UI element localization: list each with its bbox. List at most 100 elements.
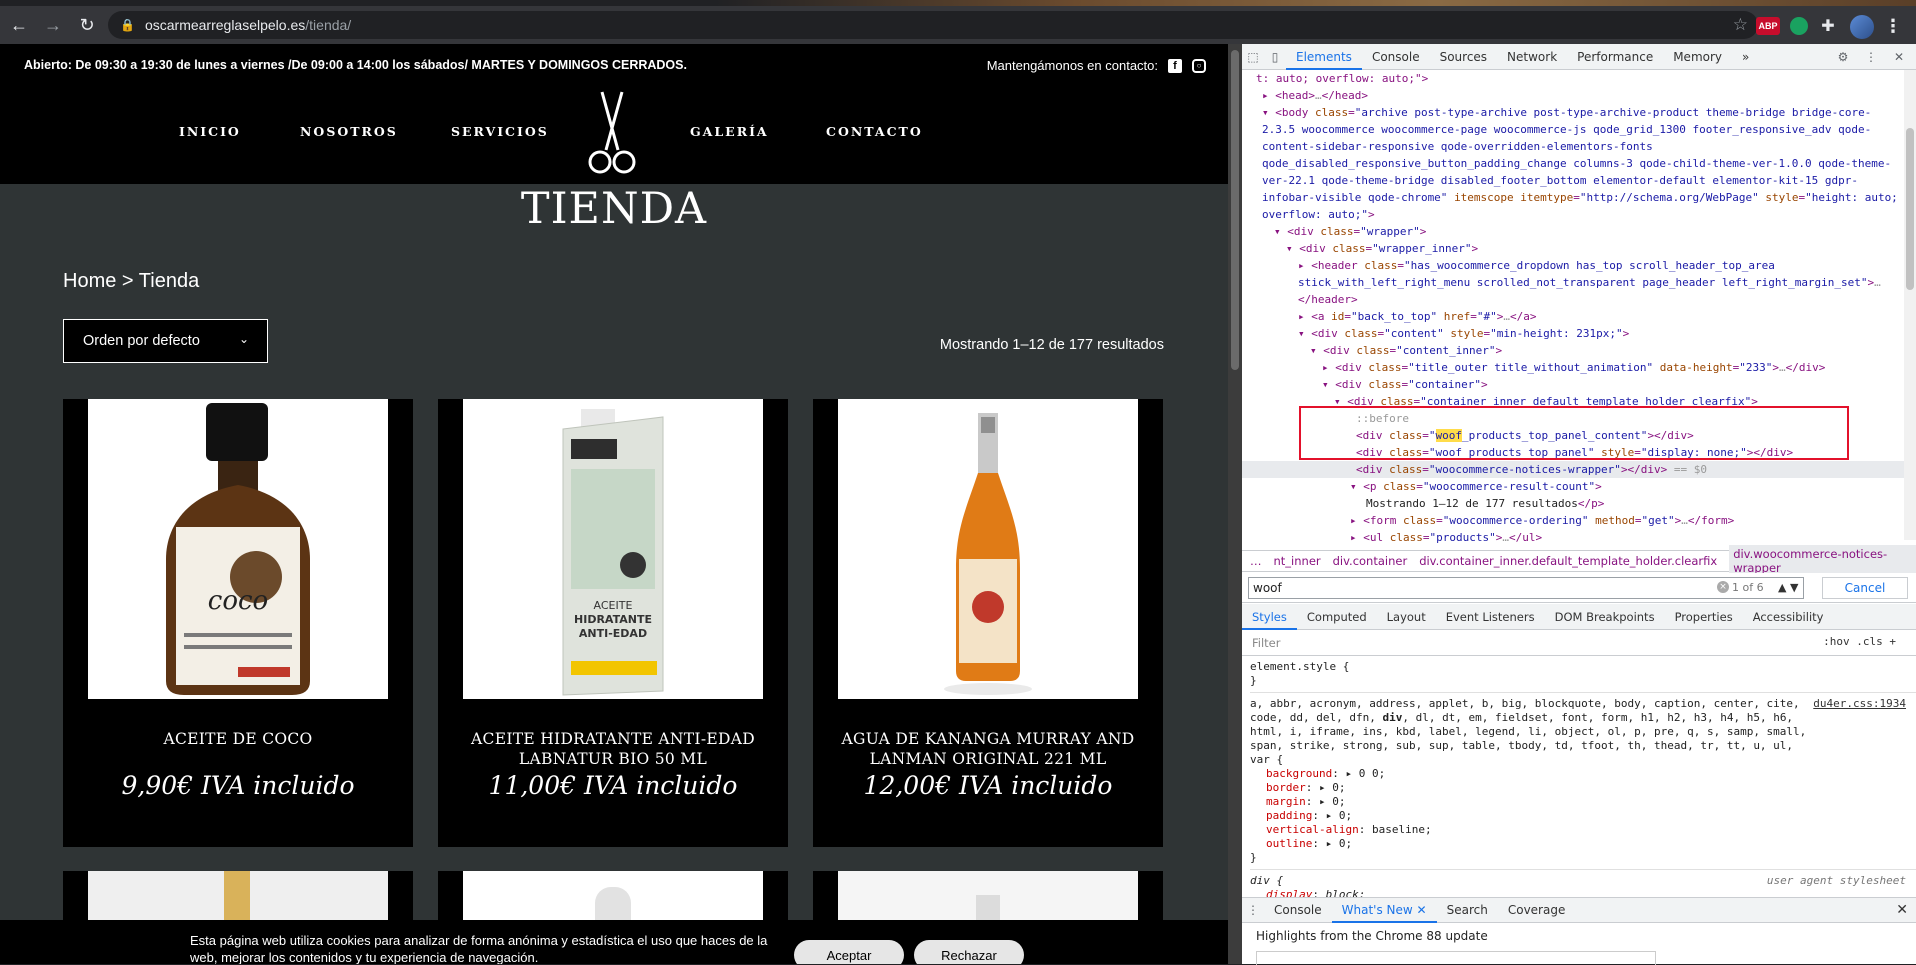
tab-memory[interactable]: Memory <box>1663 44 1732 70</box>
gear-icon[interactable]: ⚙ <box>1832 46 1854 68</box>
device-toolbar-icon[interactable]: ▯ <box>1264 46 1286 68</box>
dom-node[interactable]: ▾ <div class="content" style="min-height… <box>1242 325 1916 342</box>
dom-node[interactable]: t: auto; overflow: auto;"> <box>1242 70 1916 87</box>
scissors-logo-icon[interactable] <box>580 88 642 182</box>
kebab-menu-icon[interactable]: ⋮ <box>1860 46 1882 68</box>
crumb-item[interactable]: nt_inner <box>1274 554 1321 568</box>
tab-network[interactable]: Network <box>1497 44 1567 70</box>
crumb-item[interactable]: div.container <box>1333 554 1408 568</box>
facebook-icon[interactable]: f <box>1168 58 1182 73</box>
dom-node[interactable]: ▸ <head>…</head> <box>1242 87 1916 104</box>
forward-icon[interactable]: → <box>38 10 68 40</box>
css-rule-reset[interactable]: du4er.css:1934 a, abbr, acronym, address… <box>1250 693 1916 870</box>
dom-node[interactable]: ▾ <div class="container"> <box>1242 376 1916 393</box>
css-rule-element-style[interactable]: element.style {} <box>1250 656 1916 693</box>
dom-node-selected[interactable]: <div class="woocommerce-notices-wrapper"… <box>1242 461 1916 478</box>
dom-text-node[interactable]: Mostrando 1–12 de 177 resultados</p> <box>1242 495 1916 512</box>
elements-scrollbar[interactable] <box>1904 70 1916 540</box>
search-cancel-button[interactable]: Cancel <box>1822 577 1908 599</box>
page-scrollbar[interactable] <box>1228 44 1242 964</box>
tab-performance[interactable]: Performance <box>1567 44 1663 70</box>
dom-node[interactable]: ▸ <header class="has_woocommerce_dropdow… <box>1242 257 1916 308</box>
styles-filter-tools[interactable]: :hov .cls + <box>1823 635 1896 648</box>
scrollbar-thumb[interactable] <box>1231 50 1239 370</box>
cookie-accept-button[interactable]: Aceptar <box>794 940 904 964</box>
product-name[interactable]: AGUA DE KANANGA MURRAY AND LANMAN ORIGIN… <box>825 729 1151 769</box>
nav-nosotros[interactable]: NOSOTROS <box>300 124 398 139</box>
clear-search-icon[interactable]: × <box>1717 581 1729 593</box>
dom-node[interactable]: ▾ <div class="wrapper"> <box>1242 223 1916 240</box>
cookie-text: Esta página web utiliza cookies para ana… <box>190 933 768 964</box>
chevron-down-icon: ⌄ <box>238 332 249 346</box>
search-prev-next-icon[interactable]: ▲ ▼ <box>1778 581 1798 594</box>
drawer-tab-console[interactable]: Console <box>1264 897 1332 923</box>
crumb-more[interactable]: … <box>1250 554 1262 568</box>
svg-text:ACEITE: ACEITE <box>594 599 633 612</box>
breadcrumb[interactable]: Home > Tienda <box>63 270 199 293</box>
product-card[interactable]: AGUA DE KANANGA MURRAY AND LANMAN ORIGIN… <box>813 399 1163 847</box>
styles-filter-input[interactable]: Filter <box>1252 636 1280 650</box>
css-source-link[interactable]: du4er.css:1934 <box>1813 697 1906 711</box>
tab-event-listeners[interactable]: Event Listeners <box>1436 604 1545 630</box>
css-source-user-agent: user agent stylesheet <box>1766 874 1906 887</box>
nav-galeria[interactable]: GALERÍA <box>690 124 769 139</box>
nav-inicio[interactable]: INICIO <box>179 124 241 139</box>
tab-console[interactable]: Console <box>1362 44 1430 70</box>
dom-node[interactable]: ▸ <a id="back_to_top" href="#">…</a> <box>1242 308 1916 325</box>
inspect-element-icon[interactable]: ⬚ <box>1242 46 1264 68</box>
search-match-count: 1 of 6 <box>1732 581 1764 594</box>
dom-node[interactable]: ▸ <ul class="products">…</ul> <box>1242 529 1916 546</box>
dom-node[interactable]: ▾ <div class="wrapper_inner"> <box>1242 240 1916 257</box>
product-name[interactable]: ACEITE HIDRATANTE ANTI-EDAD LABNATUR BIO… <box>450 729 776 769</box>
tab-sources[interactable]: Sources <box>1430 44 1497 70</box>
sort-dropdown[interactable]: Orden por defecto ⌄ <box>63 319 268 363</box>
close-drawer-icon[interactable]: ✕ <box>1896 902 1908 918</box>
tab-properties[interactable]: Properties <box>1665 604 1743 630</box>
instagram-icon[interactable]: ○ <box>1192 58 1206 73</box>
tab-dom-breakpoints[interactable]: DOM Breakpoints <box>1545 604 1665 630</box>
reload-icon[interactable]: ↻ <box>72 10 102 40</box>
crumb-item[interactable]: div.container_inner.default_template_hol… <box>1419 554 1717 568</box>
more-tabs-icon[interactable]: » <box>1732 44 1759 70</box>
tab-styles[interactable]: Styles <box>1242 604 1297 630</box>
sort-value: Orden por defecto <box>83 333 200 349</box>
nav-contacto[interactable]: CONTACTO <box>826 124 923 139</box>
close-icon[interactable]: ✕ <box>1888 46 1910 68</box>
lock-icon[interactable]: 🔒 <box>120 18 135 32</box>
product-image[interactable]: ACEITE HIDRATANTE ANTI-EDAD <box>463 399 763 699</box>
product-image[interactable] <box>838 399 1138 699</box>
dom-node[interactable]: ▸ <div class="title_outer title_without_… <box>1242 359 1916 376</box>
nav-servicios[interactable]: SERVICIOS <box>451 124 549 139</box>
address-bar[interactable]: 🔒 oscarmearreglaselpelo.es/tienda/ ☆ <box>108 11 1758 39</box>
drawer-menu-icon[interactable]: ⋮ <box>1242 899 1264 921</box>
site-header: Abierto: De 09:30 a 19:30 de lunes a vie… <box>0 44 1228 184</box>
product-price: 12,00€ IVA incluido <box>863 771 1113 800</box>
tab-elements[interactable]: Elements <box>1286 44 1362 70</box>
scrollbar-thumb[interactable] <box>1906 128 1914 290</box>
drawer-tab-coverage[interactable]: Coverage <box>1498 897 1576 923</box>
back-icon[interactable]: ← <box>4 10 34 40</box>
product-card[interactable]: coco ACEITE DE COCO 9,90€ IVA incluido <box>63 399 413 847</box>
styles-pane: element.style {} du4er.css:1934 a, abbr,… <box>1242 656 1916 910</box>
profile-avatar[interactable] <box>1850 15 1874 39</box>
dom-node[interactable]: ▾ <p class="woocommerce-result-count"> <box>1242 478 1916 495</box>
tab-layout[interactable]: Layout <box>1377 604 1436 630</box>
svg-text:HIDRATANTE: HIDRATANTE <box>574 613 652 626</box>
extensions-puzzle-icon[interactable]: ✚ <box>1818 17 1838 35</box>
tab-accessibility[interactable]: Accessibility <box>1743 604 1834 630</box>
product-image[interactable]: coco <box>88 399 388 699</box>
drawer-tab-whats-new[interactable]: What's New ✕ <box>1331 897 1437 923</box>
adblock-extension-icon[interactable]: ABP <box>1756 17 1780 35</box>
product-name[interactable]: ACEITE DE COCO <box>75 729 401 749</box>
bookmark-star-icon[interactable]: ☆ <box>1733 15 1748 35</box>
browser-menu-icon[interactable]: ⋮ <box>1884 16 1902 36</box>
tab-computed[interactable]: Computed <box>1297 604 1377 630</box>
dom-node-body[interactable]: ▾ <body class="archive post-type-archive… <box>1242 104 1916 223</box>
dom-node[interactable]: ▸ <form class="woocommerce-ordering" met… <box>1242 512 1916 529</box>
product-card[interactable]: ACEITE HIDRATANTE ANTI-EDAD ACEITE HIDRA… <box>438 399 788 847</box>
drawer-tab-search[interactable]: Search <box>1437 897 1498 923</box>
green-extension-icon[interactable] <box>1790 17 1808 35</box>
close-icon[interactable]: ✕ <box>1417 903 1427 917</box>
cookie-reject-button[interactable]: Rechazar <box>914 940 1024 964</box>
dom-node[interactable]: ▾ <div class="content_inner"> <box>1242 342 1916 359</box>
